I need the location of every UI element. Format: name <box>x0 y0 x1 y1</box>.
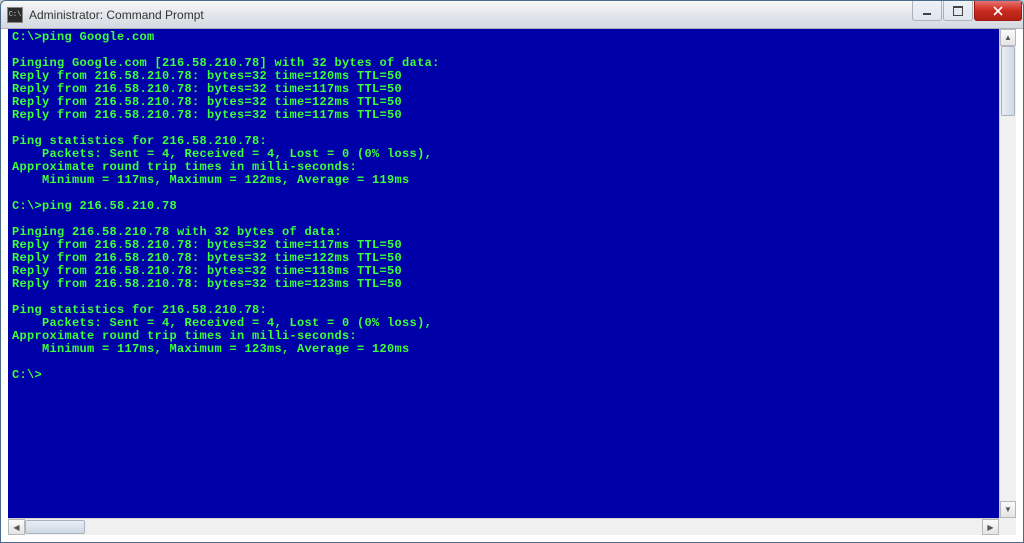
close-button[interactable] <box>974 1 1022 21</box>
app-icon: C:\ <box>7 7 23 23</box>
command-prompt-window: C:\ Administrator: Command Prompt C:\>pi… <box>0 0 1024 543</box>
scroll-right-button[interactable]: ▶ <box>982 519 999 535</box>
maximize-button[interactable] <box>943 1 973 21</box>
close-icon <box>993 6 1003 16</box>
window-title: Administrator: Command Prompt <box>29 8 204 22</box>
window-controls <box>912 1 1023 21</box>
vertical-scrollbar[interactable]: ▲ ▼ <box>999 29 1016 518</box>
terminal-output[interactable]: C:\>ping Google.com Pinging Google.com [… <box>8 29 999 518</box>
scroll-left-button[interactable]: ◀ <box>8 519 25 535</box>
scrollbar-corner <box>999 518 1016 535</box>
scroll-up-button[interactable]: ▲ <box>1000 29 1016 46</box>
scroll-thumb-horizontal[interactable] <box>25 520 85 534</box>
scroll-thumb-vertical[interactable] <box>1001 46 1015 116</box>
titlebar[interactable]: C:\ Administrator: Command Prompt <box>1 1 1023 29</box>
scroll-down-button[interactable]: ▼ <box>1000 501 1016 518</box>
minimize-button[interactable] <box>912 1 942 21</box>
client-area: C:\>ping Google.com Pinging Google.com [… <box>8 29 1016 535</box>
bottom-scroll-row: ◀ ▶ <box>8 518 1016 535</box>
scroll-track-vertical[interactable] <box>1000 46 1016 501</box>
horizontal-scrollbar[interactable]: ◀ ▶ <box>8 518 999 535</box>
terminal-area: C:\>ping Google.com Pinging Google.com [… <box>8 29 1016 518</box>
scroll-track-horizontal[interactable] <box>25 519 982 535</box>
